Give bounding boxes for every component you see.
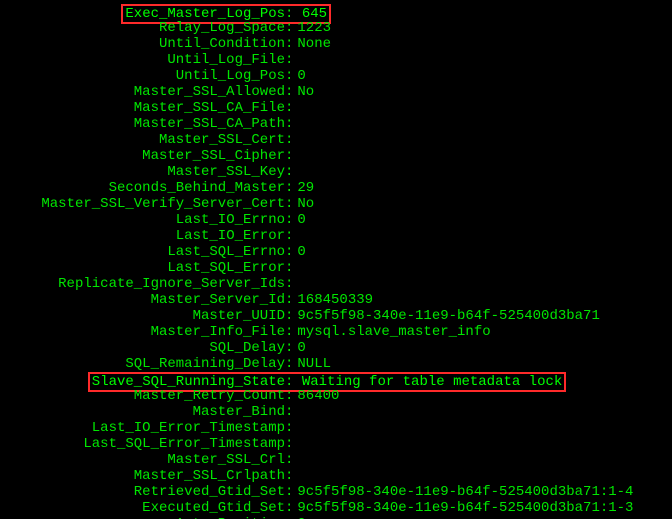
status-row: Master_Info_File:mysql.slave_master_info bbox=[0, 324, 670, 340]
field-value: NULL bbox=[293, 356, 331, 372]
field-label: Master_SSL_Crl bbox=[0, 452, 285, 468]
field-value: 0 bbox=[293, 212, 305, 228]
status-row: Last_SQL_Error_Timestamp: bbox=[0, 436, 670, 452]
status-row: Master_SSL_Cert: bbox=[0, 132, 670, 148]
field-label: Master_SSL_Verify_Server_Cert bbox=[0, 196, 285, 212]
field-value: 168450339 bbox=[293, 292, 373, 308]
field-label: Until_Log_Pos bbox=[0, 68, 285, 84]
status-row: Last_SQL_Error: bbox=[0, 260, 670, 276]
status-row: SQL_Delay:0 bbox=[0, 340, 670, 356]
field-label: Executed_Gtid_Set bbox=[0, 500, 285, 516]
field-label: Last_SQL_Error_Timestamp bbox=[0, 436, 285, 452]
status-row: Master_Server_Id:168450339 bbox=[0, 292, 670, 308]
status-row: Master_SSL_Crlpath: bbox=[0, 468, 670, 484]
status-row: Master_SSL_Crl: bbox=[0, 452, 670, 468]
status-row: Master_UUID:9c5f5f98-340e-11e9-b64f-5254… bbox=[0, 308, 670, 324]
field-label: Last_IO_Error_Timestamp bbox=[0, 420, 285, 436]
field-label: Until_Condition bbox=[0, 36, 285, 52]
status-row: Until_Log_File: bbox=[0, 52, 670, 68]
field-label: Until_Log_File bbox=[0, 52, 285, 68]
field-value: No bbox=[293, 84, 314, 100]
field-value: 86400 bbox=[293, 388, 339, 404]
status-row: Until_Condition:None bbox=[0, 36, 670, 52]
field-label: Master_SSL_Allowed bbox=[0, 84, 285, 100]
field-value: 1223 bbox=[293, 20, 331, 36]
field-label: Master_SSL_Cert bbox=[0, 132, 285, 148]
field-label: Last_SQL_Error bbox=[0, 260, 285, 276]
field-value: 9c5f5f98-340e-11e9-b64f-525400d3ba71 bbox=[293, 308, 599, 324]
status-row: Last_IO_Errno:0 bbox=[0, 212, 670, 228]
field-label: Seconds_Behind_Master bbox=[0, 180, 285, 196]
field-label: SQL_Remaining_Delay bbox=[0, 356, 285, 372]
field-label: Last_SQL_Errno bbox=[0, 244, 285, 260]
field-value: 0 bbox=[293, 68, 305, 84]
field-value: mysql.slave_master_info bbox=[293, 324, 490, 340]
status-row: Until_Log_Pos:0 bbox=[0, 68, 670, 84]
field-label: Master_SSL_Cipher bbox=[0, 148, 285, 164]
field-value: 9c5f5f98-340e-11e9-b64f-525400d3ba71:1-3 bbox=[293, 500, 633, 516]
status-row: Master_Retry_Count:86400 bbox=[0, 388, 670, 404]
field-label: Master_SSL_CA_Path bbox=[0, 116, 285, 132]
field-label: Master_UUID bbox=[0, 308, 285, 324]
status-row: Slave_SQL_Running_State: Waiting for tab… bbox=[0, 372, 670, 388]
field-value: None bbox=[293, 36, 331, 52]
field-value: 0 bbox=[293, 340, 305, 356]
status-row: Replicate_Ignore_Server_Ids: bbox=[0, 276, 670, 292]
status-row: Master_SSL_CA_File: bbox=[0, 100, 670, 116]
status-row: Master_SSL_Key: bbox=[0, 164, 670, 180]
field-label: Retrieved_Gtid_Set bbox=[0, 484, 285, 500]
status-row: Master_SSL_CA_Path: bbox=[0, 116, 670, 132]
status-row: SQL_Remaining_Delay:NULL bbox=[0, 356, 670, 372]
field-value: 29 bbox=[293, 180, 314, 196]
status-row: Seconds_Behind_Master:29 bbox=[0, 180, 670, 196]
status-row: Retrieved_Gtid_Set:9c5f5f98-340e-11e9-b6… bbox=[0, 484, 670, 500]
field-value: 0 bbox=[293, 244, 305, 260]
status-row: Master_Bind: bbox=[0, 404, 670, 420]
field-label: Master_Bind bbox=[0, 404, 285, 420]
status-row: Last_IO_Error_Timestamp: bbox=[0, 420, 670, 436]
status-row: Master_SSL_Allowed:No bbox=[0, 84, 670, 100]
field-label: Master_SSL_Key bbox=[0, 164, 285, 180]
field-label: Relay_Log_Space bbox=[0, 20, 285, 36]
field-value: Waiting for table metadata lock bbox=[302, 374, 562, 390]
status-row: Last_IO_Error: bbox=[0, 228, 670, 244]
field-label: Master_Server_Id bbox=[0, 292, 285, 308]
field-label: Master_Info_File bbox=[0, 324, 285, 340]
status-row: Executed_Gtid_Set:9c5f5f98-340e-11e9-b64… bbox=[0, 500, 670, 516]
terminal-output: Exec_Master_Log_Pos: 645Relay_Log_Space:… bbox=[0, 0, 672, 519]
status-row: Last_SQL_Errno:0 bbox=[0, 244, 670, 260]
field-label: SQL_Delay bbox=[0, 340, 285, 356]
status-row: Relay_Log_Space:1223 bbox=[0, 20, 670, 36]
field-label: Master_SSL_Crlpath bbox=[0, 468, 285, 484]
field-label: Master_SSL_CA_File bbox=[0, 100, 285, 116]
status-row: Exec_Master_Log_Pos: 645 bbox=[0, 4, 670, 20]
field-label: Master_Retry_Count bbox=[0, 388, 285, 404]
status-row: Master_SSL_Verify_Server_Cert:No bbox=[0, 196, 670, 212]
field-label: Last_IO_Error bbox=[0, 228, 285, 244]
field-label: Replicate_Ignore_Server_Ids bbox=[0, 276, 285, 292]
field-label: Last_IO_Errno bbox=[0, 212, 285, 228]
field-value: No bbox=[293, 196, 314, 212]
field-value: 9c5f5f98-340e-11e9-b64f-525400d3ba71:1-4 bbox=[293, 484, 633, 500]
status-row: Master_SSL_Cipher: bbox=[0, 148, 670, 164]
